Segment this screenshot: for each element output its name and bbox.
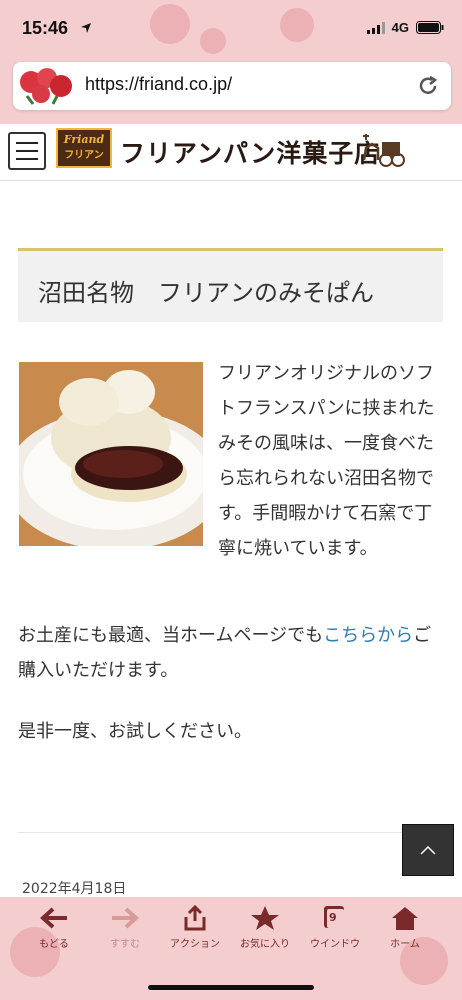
- back-arrow-icon: [40, 907, 67, 929]
- flower-decoration: [200, 28, 226, 54]
- toolbar-forward-button[interactable]: すすむ: [93, 905, 157, 950]
- signal-icon: [366, 21, 385, 34]
- toolbar-back-button[interactable]: もどる: [22, 905, 86, 950]
- horse-carriage-logo-icon: [362, 134, 405, 167]
- logo-badge-bottom: フリアン: [64, 150, 104, 161]
- image-float-spacer: [18, 356, 218, 546]
- article-title: 沼田名物 フリアンのみそぱん: [38, 279, 374, 307]
- toolbar-label: ホーム: [390, 939, 420, 950]
- forward-arrow-icon: [112, 907, 139, 929]
- site-logo-title[interactable]: フリアンパン洋菓子店: [120, 134, 380, 170]
- flower-decoration: [280, 8, 314, 42]
- divider: [18, 832, 443, 833]
- toolbar-label: アクション: [170, 939, 220, 950]
- toolbar-action-button[interactable]: アクション: [163, 905, 227, 950]
- toolbar-label: もどる: [39, 939, 69, 950]
- status-time: 15:46: [22, 18, 69, 38]
- battery-icon: [416, 21, 444, 34]
- flower-decoration: [150, 4, 190, 44]
- purchase-prefix: お土産にも最適、当ホームページでも: [18, 625, 324, 646]
- closing-paragraph: 是非一度、お試しください。: [18, 721, 252, 742]
- share-icon: [184, 905, 206, 931]
- network-type: 4G: [391, 20, 409, 35]
- toolbar-favorites-button[interactable]: お気に入り: [233, 905, 297, 950]
- purchase-paragraph: お土産にも最適、当ホームページでもこちらからご購入いただけます。: [18, 618, 448, 688]
- windows-count: 9: [329, 911, 337, 924]
- status-bar: 15:46 4G: [0, 0, 462, 58]
- toolbar-label: ウインドウ: [310, 939, 360, 950]
- home-icon: [392, 907, 418, 930]
- menu-line: [16, 150, 38, 152]
- logo-badge-top: Friand: [63, 133, 105, 146]
- star-icon: [251, 906, 279, 930]
- hamburger-menu-button[interactable]: [8, 132, 46, 170]
- purchase-link[interactable]: こちらから: [323, 625, 413, 646]
- intro-paragraph: フリアンオリジナルのソフトフランスパンに挟まれたみその風味は、一度食べたら忘れら…: [18, 356, 448, 566]
- location-arrow-icon: [81, 23, 91, 33]
- back-to-top-button[interactable]: [402, 824, 454, 876]
- post-date: 2022年4月18日: [22, 881, 127, 897]
- toolbar-windows-button[interactable]: 9 ウインドウ: [303, 905, 367, 950]
- toolbar-label: すすむ: [110, 939, 140, 950]
- menu-line: [16, 158, 38, 160]
- chevron-up-icon: [420, 845, 436, 855]
- home-indicator[interactable]: [148, 985, 314, 990]
- address-bar[interactable]: https://friand.co.jp/: [13, 62, 451, 110]
- menu-line: [16, 142, 38, 144]
- url-text: https://friand.co.jp/: [85, 74, 233, 94]
- toolbar-label: お気に入り: [240, 939, 290, 950]
- toolbar-home-button[interactable]: ホーム: [373, 905, 437, 950]
- logo-badge[interactable]: Friand フリアン: [56, 128, 112, 168]
- reload-icon[interactable]: [417, 75, 439, 97]
- article-title-box: 沼田名物 フリアンのみそぱん: [18, 248, 443, 322]
- site-favicon-carnation: [20, 68, 72, 105]
- intro-text: フリアンオリジナルのソフトフランスパンに挟まれたみその風味は、一度食べたら忘れら…: [218, 363, 435, 559]
